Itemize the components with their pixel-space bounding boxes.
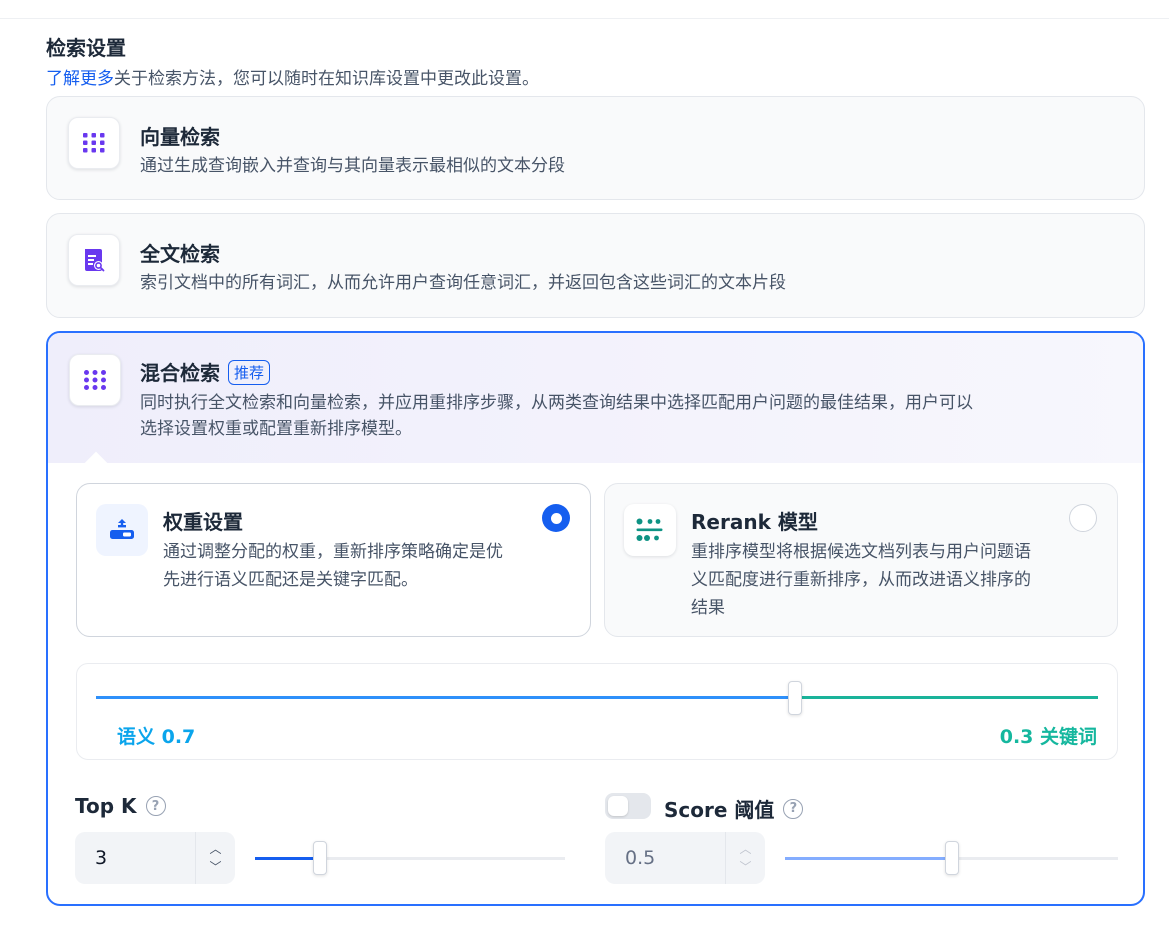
- top-k-slider-fill: [255, 857, 320, 860]
- score-threshold-label-text: Score 阈值: [664, 798, 775, 822]
- section-description: 了解更多关于检索方法，您可以随时在知识库设置中更改此设置。: [46, 64, 539, 89]
- radio-dot: [550, 512, 562, 524]
- rerank-desc-line3: 结果: [691, 598, 725, 618]
- chevron-up-icon[interactable]: ︿: [209, 843, 221, 855]
- weight-slider-panel: 语义 0.7 0.3 关键词: [76, 663, 1118, 760]
- hybrid-desc-line2: 选择设置权重或配置重新排序模型。: [140, 419, 412, 439]
- weight-desc-line2: 先进行语义匹配还是关键字匹配。: [163, 570, 418, 590]
- recommended-badge: 推荐: [228, 360, 271, 385]
- rerank-desc-line2: 义匹配度进行重新排序，从而改进语义排序的: [691, 570, 1031, 590]
- help-icon[interactable]: ?: [783, 798, 804, 819]
- score-threshold-label: Score 阈值 ?: [664, 794, 804, 823]
- score-threshold-slider-fill: [785, 857, 952, 860]
- hybrid-search-option[interactable]: 混合检索 推荐 同时执行全文检索和向量检索，并应用重排序步骤，从两类查询结果中选择…: [46, 331, 1145, 906]
- top-k-input[interactable]: 3 ︿ ﹀: [75, 832, 235, 884]
- rerank-icon: [624, 504, 676, 556]
- score-threshold-stepper[interactable]: ︿ ﹀: [725, 832, 765, 884]
- top-k-slider-thumb[interactable]: [313, 841, 327, 875]
- hybrid-desc-line1: 同时执行全文检索和向量检索，并应用重排序步骤，从两类查询结果中选择匹配用户问题的…: [140, 393, 973, 413]
- semantic-weight-track: [96, 696, 794, 699]
- hybrid-search-desc: 同时执行全文检索和向量检索，并应用重排序步骤，从两类查询结果中选择匹配用户问题的…: [140, 390, 973, 442]
- score-threshold-toggle[interactable]: [605, 793, 651, 819]
- chevron-up-icon[interactable]: ︿: [739, 843, 751, 855]
- grid-dots-icon: [68, 117, 120, 169]
- full-text-search-option[interactable]: 全文检索 索引文档中的所有词汇，从而允许用户查询任意词汇，并返回包含这些词汇的文…: [46, 213, 1145, 318]
- top-k-value[interactable]: 3: [75, 832, 195, 884]
- keyword-weight-track: [794, 696, 1098, 699]
- top-k-label-text: Top K: [75, 794, 137, 818]
- top-divider: [0, 18, 1169, 19]
- score-threshold-slider-thumb[interactable]: [945, 841, 959, 875]
- help-icon[interactable]: ?: [145, 796, 166, 816]
- score-threshold-value[interactable]: 0.5: [605, 832, 725, 884]
- chevron-down-icon[interactable]: ﹀: [209, 861, 221, 873]
- top-k-stepper[interactable]: ︿ ﹀: [195, 832, 235, 884]
- vector-search-desc: 通过生成查询嵌入并查询与其向量表示最相似的文本分段: [140, 156, 565, 176]
- grid-dots-icon: [69, 354, 121, 406]
- rerank-model-option[interactable]: Rerank 模型 重排序模型将根据候选文档列表与用户问题语 义匹配度进行重新排…: [604, 483, 1118, 637]
- weight-settings-title: 权重设置: [163, 510, 243, 534]
- full-text-search-title: 全文检索: [140, 242, 220, 266]
- semantic-weight-label: 语义 0.7: [117, 726, 196, 748]
- rerank-model-desc: 重排序模型将根据候选文档列表与用户问题语 义匹配度进行重新排序，从而改进语义排序…: [691, 538, 1031, 622]
- weight-settings-radio[interactable]: [542, 504, 570, 532]
- hybrid-search-title: 混合检索 推荐: [140, 357, 271, 386]
- section-title: 检索设置: [46, 36, 126, 60]
- rerank-model-radio[interactable]: [1069, 504, 1097, 532]
- weight-slider-thumb[interactable]: [788, 681, 802, 715]
- rerank-desc-line1: 重排序模型将根据候选文档列表与用户问题语: [691, 542, 1031, 562]
- score-threshold-input[interactable]: 0.5 ︿ ﹀: [605, 832, 765, 884]
- rerank-model-title: Rerank 模型: [691, 510, 818, 534]
- full-text-search-desc: 索引文档中的所有词汇，从而允许用户查询任意词汇，并返回包含这些词汇的文本片段: [140, 273, 786, 293]
- document-search-icon: [68, 234, 120, 286]
- vector-search-title: 向量检索: [140, 125, 220, 149]
- balance-icon: [96, 504, 148, 556]
- weight-settings-desc: 通过调整分配的权重，重新排序策略确定是优 先进行语义匹配还是关键字匹配。: [163, 538, 503, 594]
- chevron-down-icon[interactable]: ﹀: [739, 861, 751, 873]
- vector-search-option[interactable]: 向量检索 通过生成查询嵌入并查询与其向量表示最相似的文本分段: [46, 96, 1145, 200]
- keyword-weight-label: 0.3 关键词: [999, 726, 1097, 748]
- learn-more-link[interactable]: 了解更多: [46, 69, 114, 89]
- toggle-knob: [608, 796, 628, 816]
- section-desc-text: 关于检索方法，您可以随时在知识库设置中更改此设置。: [114, 69, 539, 89]
- weight-settings-option[interactable]: 权重设置 通过调整分配的权重，重新排序策略确定是优 先进行语义匹配还是关键字匹配…: [76, 483, 591, 637]
- top-k-label: Top K ?: [75, 794, 166, 818]
- hybrid-search-title-text: 混合检索: [140, 361, 220, 385]
- weight-desc-line1: 通过调整分配的权重，重新排序策略确定是优: [163, 542, 503, 562]
